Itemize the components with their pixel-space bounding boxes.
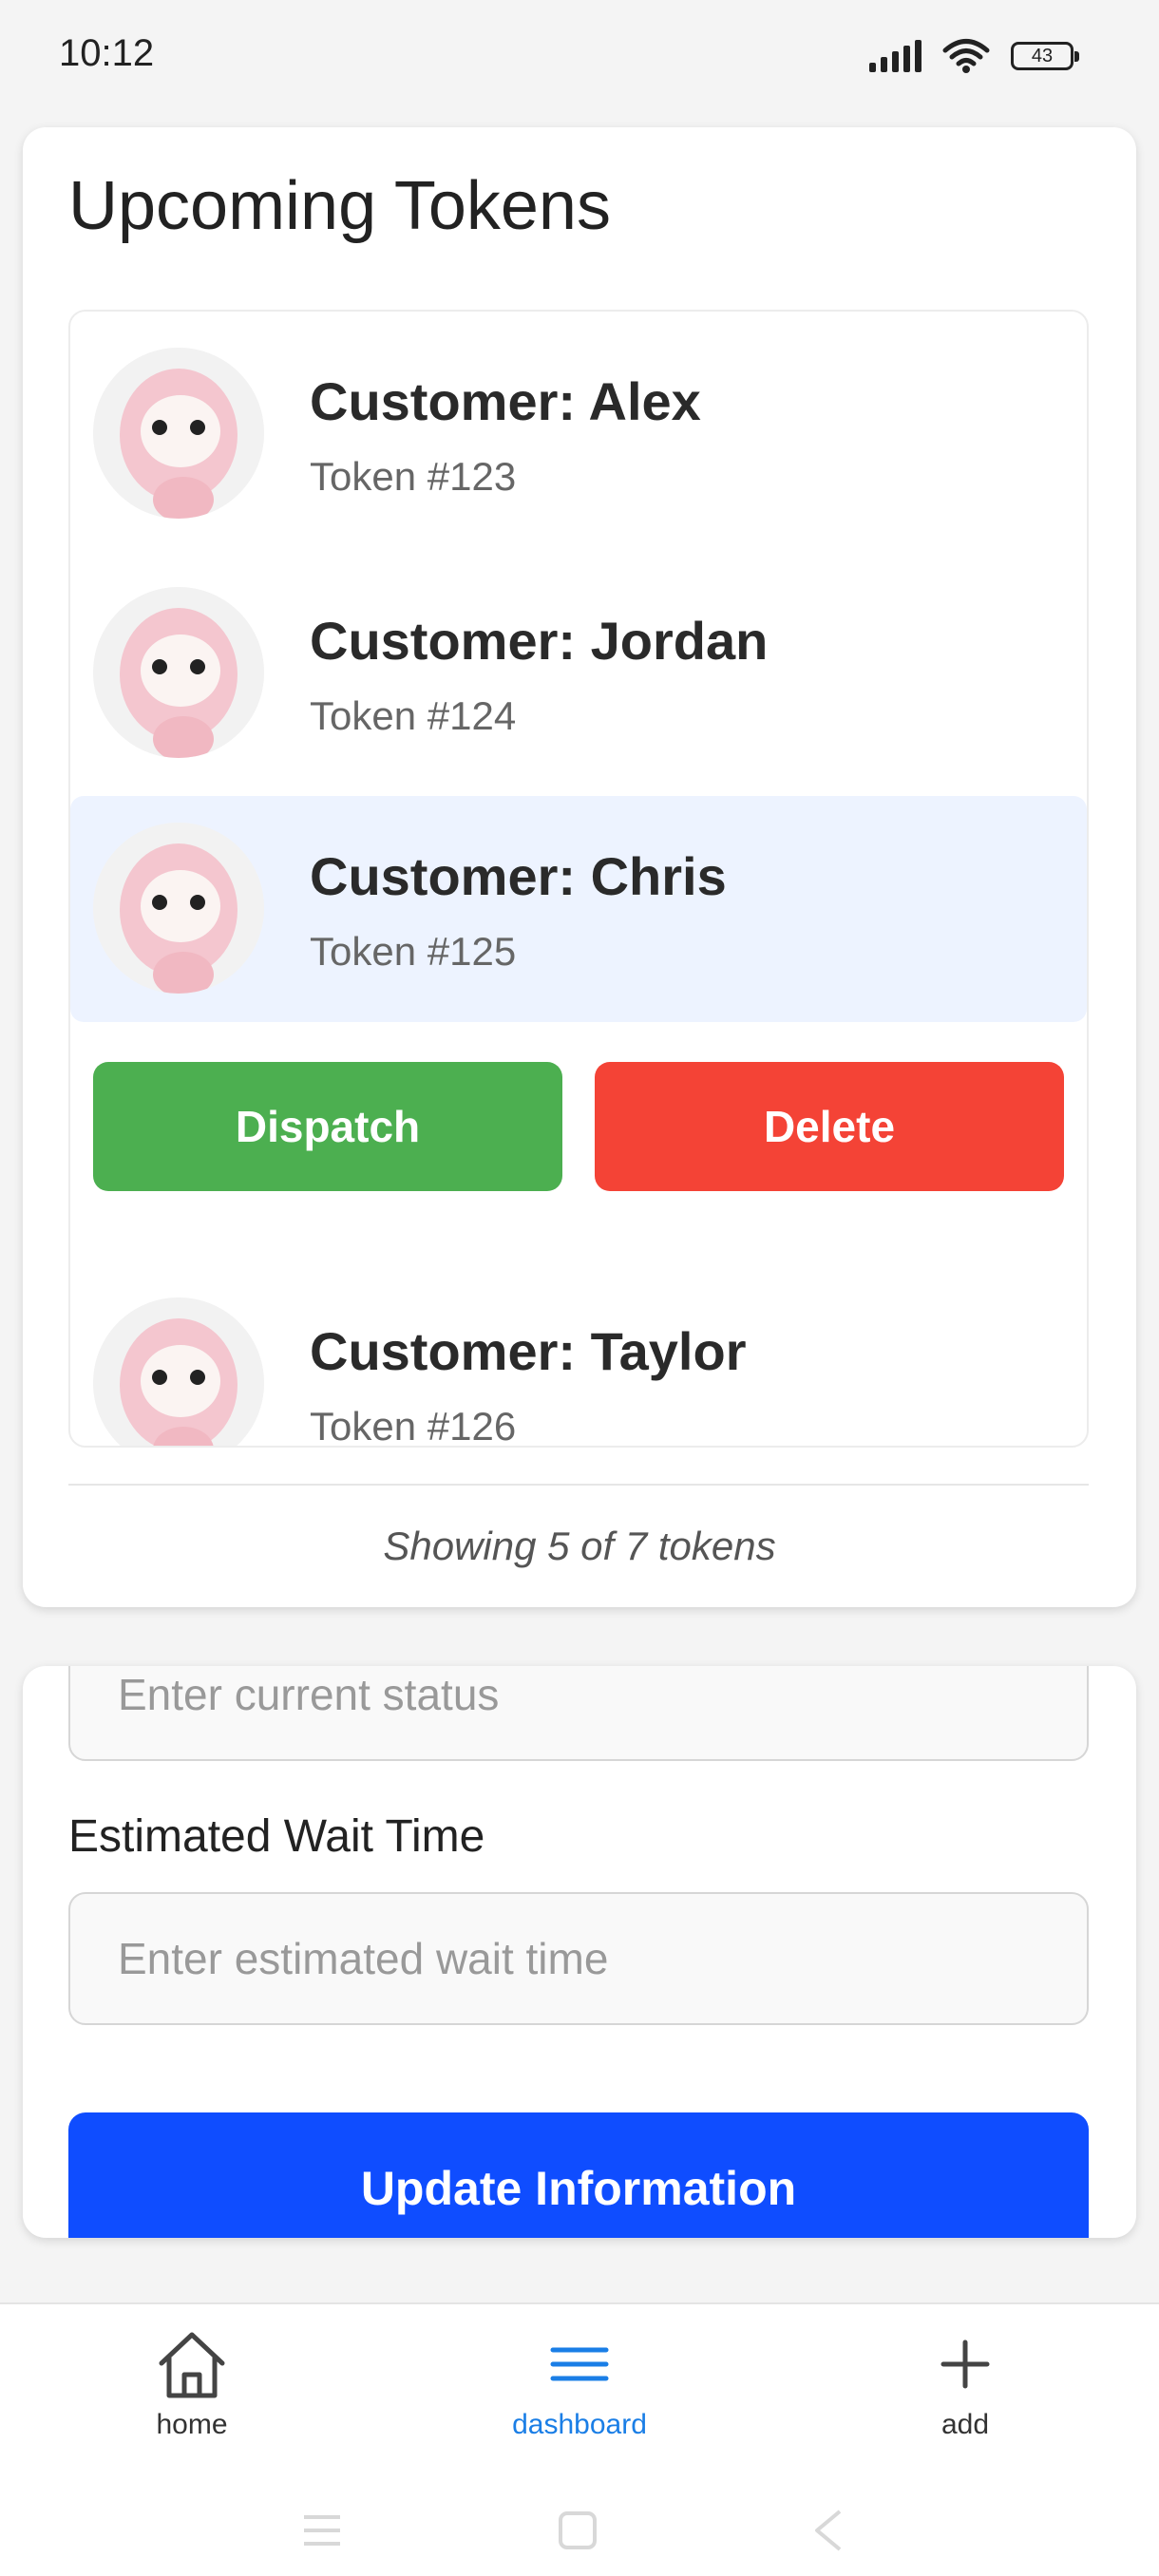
upcoming-tokens-card: Upcoming Tokens Customer: Alex Token #12… <box>23 127 1136 1607</box>
token-number: Token #123 <box>310 454 517 499</box>
tokens-count-text: Showing 5 of 7 tokens <box>383 1524 776 1568</box>
customer-name: Customer: Chris <box>310 846 727 906</box>
update-information-button[interactable]: Update Information <box>68 2112 1089 2238</box>
home-button-icon[interactable] <box>557 2510 598 2551</box>
status-bar: 10:12 43 <box>0 0 1159 114</box>
system-nav-bar <box>0 2464 1159 2576</box>
dispatch-button[interactable]: Dispatch <box>93 1062 562 1191</box>
token-number: Token #125 <box>310 929 517 974</box>
bottom-nav: home dashboard add <box>0 2302 1159 2466</box>
token-list[interactable]: Customer: Alex Token #123 Customer: Jord… <box>68 310 1089 1448</box>
battery-icon: 43 <box>1011 42 1079 70</box>
token-row[interactable]: Customer: Jordan Token #124 <box>70 551 1087 777</box>
avatar <box>93 587 264 758</box>
avatar <box>93 348 264 519</box>
status-icons: 43 <box>869 38 1079 74</box>
status-input[interactable] <box>68 1666 1089 1761</box>
menu-icon <box>550 2347 609 2381</box>
nav-label-home: home <box>156 2409 228 2440</box>
customer-name: Customer: Jordan <box>310 611 769 671</box>
token-row-selected[interactable]: Customer: Chris Token #125 <box>70 796 1087 1022</box>
token-row[interactable]: Customer: Alex Token #123 <box>70 312 1087 538</box>
avatar <box>93 823 264 994</box>
nav-label-add: add <box>940 2409 990 2440</box>
nav-item-home[interactable]: home <box>78 2325 306 2441</box>
home-icon <box>159 2332 225 2398</box>
back-icon[interactable] <box>809 2508 847 2553</box>
customer-name: Customer: Taylor <box>310 1321 747 1381</box>
token-number: Token #126 <box>310 1404 517 1448</box>
recents-icon[interactable] <box>300 2511 344 2549</box>
nav-item-dashboard[interactable]: dashboard <box>466 2325 694 2441</box>
wifi-icon <box>942 39 990 73</box>
customer-name: Customer: Alex <box>310 371 701 431</box>
update-form-card: Estimated Wait Time Update Information <box>23 1666 1136 2238</box>
page-title: Upcoming Tokens <box>68 168 611 244</box>
token-row[interactable]: Customer: Taylor Token #126 <box>70 1261 1087 1448</box>
nav-label-dashboard: dashboard <box>512 2409 647 2440</box>
plus-icon <box>940 2339 990 2389</box>
wait-time-label: Estimated Wait Time <box>68 1811 485 1862</box>
divider <box>68 1484 1089 1486</box>
delete-button[interactable]: Delete <box>595 1062 1064 1191</box>
status-time: 10:12 <box>59 32 155 74</box>
nav-item-add[interactable]: add <box>851 2325 1079 2441</box>
signal-icon <box>869 40 922 72</box>
avatar <box>93 1297 264 1446</box>
wait-time-input[interactable] <box>68 1892 1089 2025</box>
token-number: Token #124 <box>310 693 517 738</box>
